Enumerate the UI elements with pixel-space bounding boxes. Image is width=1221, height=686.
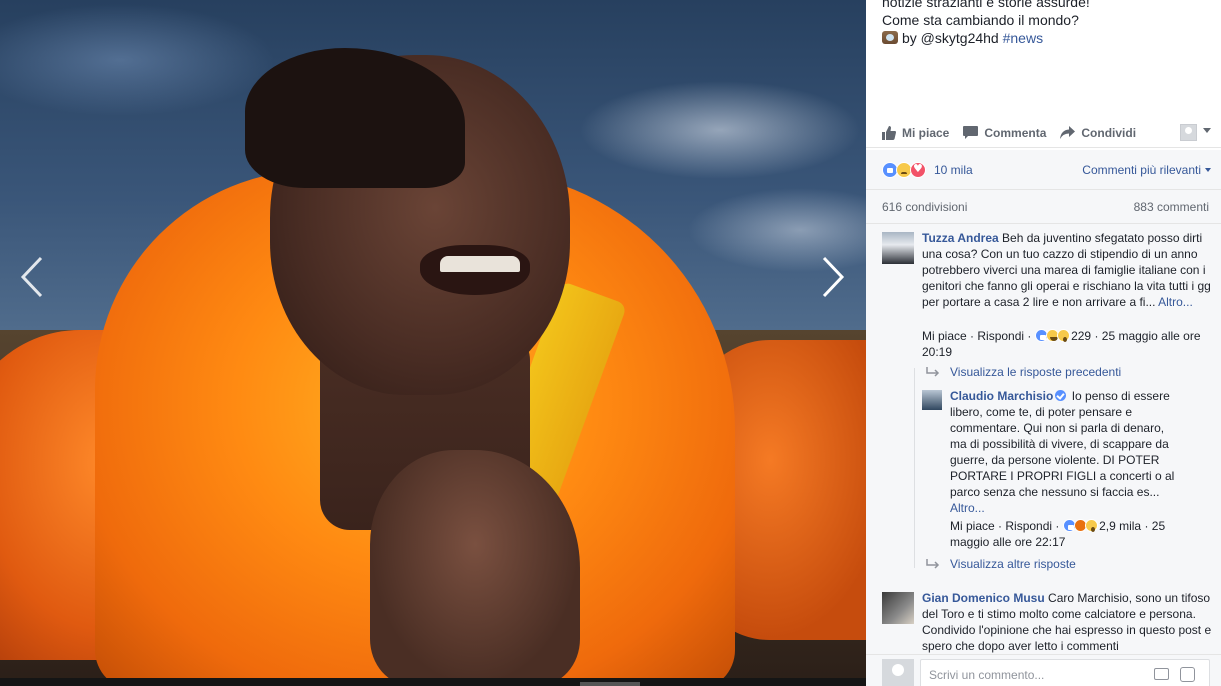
caption-line: notizie strazianti e storie assurde! — [882, 0, 1090, 10]
reply-arrow-icon — [926, 367, 940, 377]
camera-icon[interactable] — [1154, 668, 1169, 680]
comment-input-box[interactable] — [920, 659, 1210, 686]
comment-like-link[interactable]: Mi piace — [950, 519, 995, 533]
caption-line: Come sta cambiando il mondo? — [882, 12, 1079, 28]
next-photo-button[interactable] — [818, 254, 848, 300]
post-side-panel: notizie strazianti e storie assurde! Com… — [866, 0, 1221, 686]
comment-like-link[interactable]: Mi piace — [922, 329, 967, 343]
teeth — [440, 256, 520, 272]
wow-reaction-icon — [1084, 519, 1098, 532]
previous-replies-link[interactable]: Visualizza le risposte precedenti — [926, 365, 1121, 379]
post-caption: notizie strazianti e storie assurde! Com… — [882, 0, 1212, 47]
comment-input[interactable] — [921, 660, 1121, 686]
comments-count[interactable]: 883 commenti — [1134, 200, 1209, 214]
shares-count[interactable]: 616 condivisioni — [882, 200, 967, 214]
scroll-thumb[interactable] — [580, 682, 640, 686]
comment-meta: Mi piace · Rispondi · 229 · 25 maggio al… — [922, 329, 1201, 359]
reply-arrow-icon — [926, 559, 940, 569]
my-avatar — [882, 659, 914, 686]
photo-bottom-bar — [0, 678, 866, 686]
share-icon — [1060, 126, 1076, 139]
like-button[interactable]: Mi piace — [882, 125, 950, 140]
comment-reaction-count[interactable]: 2,9 mila — [1099, 519, 1141, 533]
see-more-link[interactable]: Altro... — [950, 501, 985, 515]
thumbs-up-icon — [882, 125, 896, 140]
sticker-icon[interactable] — [1180, 667, 1195, 682]
avatar[interactable] — [882, 232, 914, 264]
comment-author[interactable]: Claudio Marchisio — [950, 389, 1053, 403]
comment-meta: Mi piace · Rispondi · 2,9 mila · 25 magg… — [950, 519, 1166, 549]
avatar[interactable] — [882, 592, 914, 624]
comment-reaction-count[interactable]: 229 — [1071, 329, 1091, 343]
previous-photo-button[interactable] — [17, 254, 47, 300]
comment-reply-link[interactable]: Rispondi — [1005, 519, 1052, 533]
more-replies-label: Visualizza altre risposte — [950, 557, 1076, 571]
comment-author[interactable]: Tuzza Andrea — [922, 231, 999, 245]
chevron-right-icon — [822, 256, 845, 298]
comment-list: Tuzza Andrea Beh da juventino sfegatato … — [866, 224, 1221, 654]
comment-composer — [866, 654, 1221, 686]
previous-replies-label: Visualizza le risposte precedenti — [950, 365, 1122, 379]
photo-viewer — [0, 0, 866, 686]
chevron-left-icon — [20, 256, 43, 298]
chevron-down-icon[interactable] — [1203, 128, 1211, 133]
comment-reply-link[interactable]: Rispondi — [977, 329, 1024, 343]
caption-credit: by @skytg24hd #news — [882, 29, 1212, 47]
comment-icon — [963, 125, 979, 139]
post-stats: 616 condivisioni 883 commenti — [866, 190, 1221, 224]
comment-author[interactable]: Gian Domenico Musu — [922, 591, 1045, 605]
share-button[interactable]: Condividi — [1060, 126, 1136, 140]
comment-label: Commenta — [984, 125, 1047, 140]
comment-sort-dropdown[interactable]: Commenti più rilevanti — [1082, 163, 1211, 177]
credit-text: by @skytg24hd — [902, 30, 999, 46]
love-reaction-icon[interactable] — [910, 161, 926, 178]
like-label: Mi piace — [902, 125, 950, 140]
verified-badge-icon — [1055, 390, 1067, 401]
reply-body: Claudio Marchisio Io penso di essere lib… — [950, 388, 1180, 516]
thread-line — [914, 368, 915, 568]
reactions-count[interactable]: 10 mila — [934, 163, 973, 177]
reactions-summary: 10 mila Commenti più rilevanti — [866, 150, 1221, 190]
camera-icon — [882, 31, 898, 44]
comment-button[interactable]: Commenta — [963, 125, 1047, 140]
comment-text: Io penso di essere libero, come te, di p… — [950, 389, 1175, 499]
more-replies-link[interactable]: Visualizza altre risposte — [926, 557, 1076, 571]
comment-body: Tuzza Andrea Beh da juventino sfegatato … — [922, 230, 1212, 310]
post-actions: Mi piace Commenta Condividi — [866, 118, 1221, 148]
wow-reaction-icon — [1056, 329, 1070, 342]
comment-body: Gian Domenico Musu Caro Marchisio, sono … — [922, 590, 1212, 654]
see-more-link[interactable]: Altro... — [1158, 295, 1193, 309]
hashtag-link[interactable]: #news — [1003, 30, 1043, 46]
avatar[interactable] — [922, 390, 942, 410]
post-as-avatar[interactable] — [1180, 124, 1197, 141]
share-label: Condividi — [1081, 125, 1137, 140]
hand — [370, 450, 580, 686]
